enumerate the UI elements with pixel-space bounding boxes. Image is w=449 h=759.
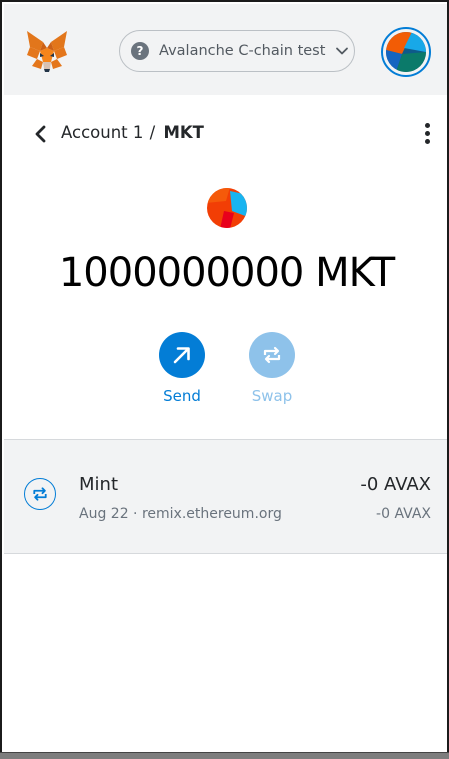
question-circle-icon: ? [131, 42, 149, 60]
swap-button[interactable]: Swap [242, 332, 302, 405]
token-balance: 1000000000 MKT [58, 250, 395, 296]
kebab-menu-icon[interactable] [422, 123, 432, 145]
app-window: ? Avalanche C-chain test Account 1 / MKT… [0, 0, 449, 758]
transaction-list: Mint Aug 22 · remix.ethereum.org -0 AVAX… [4, 439, 447, 554]
account-avatar[interactable] [381, 27, 431, 77]
tx-title: Mint [79, 474, 118, 495]
send-button[interactable]: Send [152, 332, 212, 405]
breadcrumb-separator: / [149, 123, 156, 142]
send-label: Send [163, 387, 201, 405]
tx-subtitle: Aug 22 · remix.ethereum.org [79, 506, 282, 522]
arrow-up-right-icon [173, 347, 190, 364]
breadcrumb-account[interactable]: Account 1 [61, 123, 143, 142]
chevron-left-icon[interactable] [32, 124, 50, 144]
metamask-fox-icon[interactable] [24, 29, 70, 73]
swap-arrows-icon [33, 487, 47, 501]
network-name: Avalanche C-chain test [159, 43, 326, 59]
tx-amount-secondary: -0 AVAX [376, 506, 431, 522]
swap-label: Swap [251, 387, 293, 405]
tx-swap-icon [24, 478, 56, 510]
asset-breadcrumb-row: Account 1 / MKT [4, 115, 447, 153]
app-header: ? Avalanche C-chain test [4, 4, 447, 95]
token-identicon-icon [207, 188, 247, 228]
network-selector[interactable]: ? Avalanche C-chain test [119, 30, 355, 72]
swap-circle[interactable] [249, 332, 295, 378]
send-circle[interactable] [159, 332, 205, 378]
chevron-down-icon [336, 47, 349, 55]
list-item[interactable]: Mint Aug 22 · remix.ethereum.org -0 AVAX… [4, 440, 447, 553]
account-identicon-icon [386, 32, 426, 72]
tx-amount: -0 AVAX [360, 474, 431, 495]
breadcrumb-token: MKT [163, 123, 204, 142]
breadcrumb: Account 1 / MKT [61, 123, 204, 142]
swap-arrows-icon [263, 346, 281, 364]
